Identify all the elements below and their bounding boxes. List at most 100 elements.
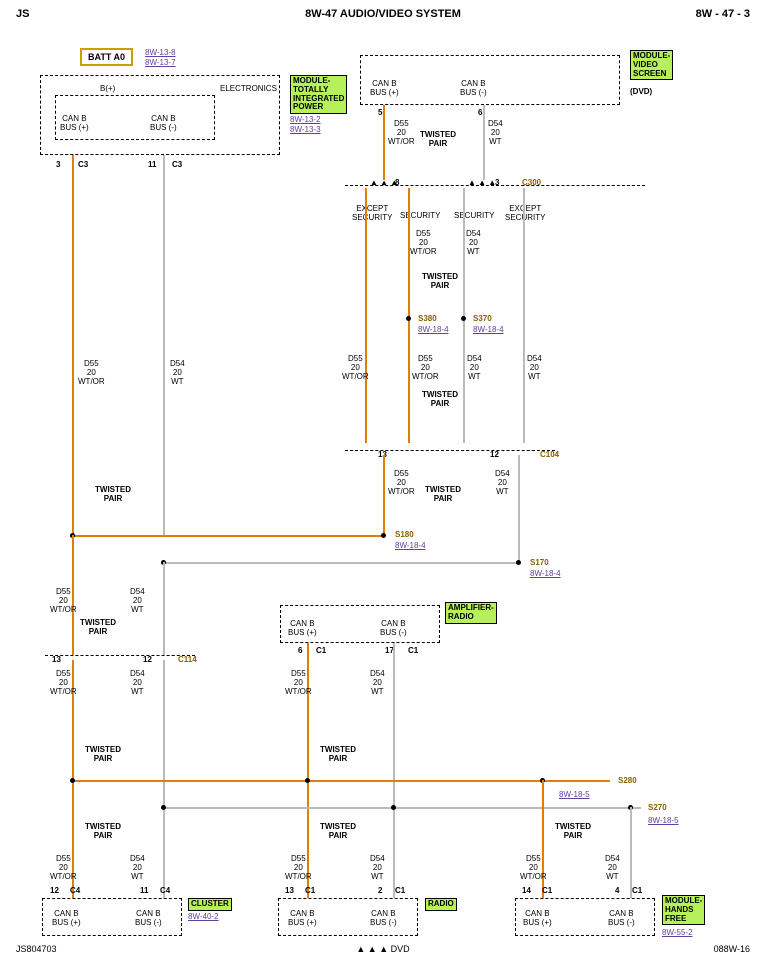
header-center: 8W-47 AUDIO/VIDEO SYSTEM	[305, 8, 461, 20]
tw-video: TWISTED PAIR	[420, 130, 456, 148]
d55-bm: D55 20 WT/OR	[285, 855, 312, 881]
ref-s370[interactable]: 8W-18-4	[473, 325, 504, 334]
conn-c4a: C4	[70, 886, 80, 895]
d54-left-lbl: D54 20 WT	[170, 360, 185, 386]
tw-sec: TWISTED PAIR	[422, 272, 458, 290]
d54-video-lbl: D54 20 WT	[488, 120, 503, 146]
ref-s380[interactable]: 8W-18-4	[418, 325, 449, 334]
canp-hf: CAN B BUS (+)	[523, 910, 552, 928]
tw-left: TWISTED PAIR	[95, 485, 131, 503]
tw-c104: TWISTED PAIR	[425, 485, 461, 503]
pin-13c: 13	[285, 886, 294, 895]
conn-c3a: C3	[78, 160, 88, 169]
d54-l2: D54 20 WT	[130, 588, 145, 614]
pin-6b: 6	[298, 646, 302, 655]
tw-l2: TWISTED PAIR	[80, 618, 116, 636]
wire-d55-video	[383, 105, 385, 180]
conn-c4b: C4	[160, 886, 170, 895]
conn-c1f: C1	[632, 886, 642, 895]
ref-s170[interactable]: 8W-18-4	[530, 569, 561, 578]
exsec-r: EXCEPT SECURITY	[505, 205, 545, 223]
pin-6: 6	[478, 108, 482, 117]
module-hf: MODULE- HANDS FREE	[662, 895, 705, 925]
c300-line	[345, 185, 645, 186]
d54-c104: D54 20 WT	[495, 470, 510, 496]
c104-line	[345, 450, 555, 451]
wire-exsec-d55	[365, 188, 367, 443]
dot-s170-r	[516, 560, 521, 565]
electronics-label: ELECTRONICS	[220, 85, 277, 94]
canm-cluster: CAN B BUS (-)	[135, 910, 162, 928]
tw-bot-l: TWISTED PAIR	[85, 822, 121, 840]
ref-tipm1[interactable]: 8W-13-2	[290, 115, 321, 124]
ref-s280[interactable]: 8W-18-5	[559, 790, 590, 799]
wire-d54-l2	[163, 562, 165, 655]
batt-box: BATT A0	[80, 48, 133, 66]
splice-s380: S380	[418, 314, 437, 323]
dot-s280-1	[70, 778, 75, 783]
d55-bl: D55 20 WT/OR	[50, 855, 77, 881]
canm-video: CAN B BUS (-)	[460, 80, 487, 98]
dot-s380	[406, 316, 411, 321]
d55-left-lbl: D55 20 WT/OR	[78, 360, 105, 386]
ref-s180[interactable]: 8W-18-4	[395, 541, 426, 550]
conn-c1c: C1	[305, 886, 315, 895]
d54-amp: D54 20 WT	[370, 670, 385, 696]
d54-sec-lbl: D54 20 WT	[466, 230, 481, 256]
d55-br: D55 20 WT/OR	[520, 855, 547, 881]
pin-13b: 13	[52, 655, 61, 664]
conn-c3b: C3	[172, 160, 182, 169]
pin-11b: 11	[140, 886, 148, 895]
d55-b: D55 20 WT/OR	[412, 355, 439, 381]
footer-left: JS804703	[16, 944, 57, 954]
header-right: 8W - 47 - 3	[696, 8, 750, 20]
hline-s270	[161, 807, 641, 809]
dvd-label: (DVD)	[630, 88, 652, 97]
splice-s270: S270	[648, 803, 667, 812]
pin-11: 11	[148, 160, 156, 169]
tw-bot-r: TWISTED PAIR	[555, 822, 591, 840]
hline-s180	[70, 535, 385, 537]
dot-s270-2	[391, 805, 396, 810]
c114-line	[45, 655, 195, 656]
canm-tipm: CAN B BUS (-)	[150, 115, 177, 133]
splice-s180: S180	[395, 530, 414, 539]
dot-s370	[461, 316, 466, 321]
ref-tipm2[interactable]: 8W-13-3	[290, 125, 321, 134]
d55-amp: D55 20 WT/OR	[285, 670, 312, 696]
module-amp: AMPLIFIER- RADIO	[445, 602, 497, 624]
module-video: MODULE- VIDEO SCREEN	[630, 50, 673, 80]
tw-bot-m: TWISTED PAIR	[320, 822, 356, 840]
wire-d54-l3	[163, 660, 165, 910]
wire-d54-amp	[393, 643, 395, 910]
footer-right: 088W-16	[714, 944, 750, 954]
sec-l: SECURITY	[400, 212, 440, 221]
ref-batt1[interactable]: 8W-13-8	[145, 48, 176, 57]
wire-exsec-d54	[523, 188, 525, 443]
exsec-l: EXCEPT SECURITY	[352, 205, 392, 223]
conn-c1e: C1	[542, 886, 552, 895]
d55-l2: D55 20 WT/OR	[50, 588, 77, 614]
canp-amp: CAN B BUS (+)	[288, 620, 317, 638]
header-left: JS	[16, 8, 29, 20]
sec-r: SECURITY	[454, 212, 494, 221]
pin-4: 4	[615, 886, 619, 895]
d55-c104: D55 20 WT/OR	[388, 470, 415, 496]
d55-l3: D55 20 WT/OR	[50, 670, 77, 696]
pin-5: 5	[378, 108, 382, 117]
conn-c1b: C1	[408, 646, 418, 655]
canp-video: CAN B BUS (+)	[370, 80, 399, 98]
ref-cluster[interactable]: 8W-40-2	[188, 912, 219, 921]
pin-2: 2	[378, 886, 382, 895]
canm-radio: CAN B BUS (-)	[370, 910, 397, 928]
dot-s270-1	[161, 805, 166, 810]
conn-c104: C104	[540, 450, 559, 459]
ref-s270[interactable]: 8W-18-5	[648, 816, 679, 825]
tw-sec2: TWISTED PAIR	[422, 390, 458, 408]
d54-a: D54 20 WT	[467, 355, 482, 381]
ref-hf[interactable]: 8W-55-2	[662, 928, 693, 937]
d55-a: D55 20 WT/OR	[342, 355, 369, 381]
dot-s180-r	[381, 533, 386, 538]
splice-s370: S370	[473, 314, 492, 323]
ref-batt2[interactable]: 8W-13-7	[145, 58, 176, 67]
